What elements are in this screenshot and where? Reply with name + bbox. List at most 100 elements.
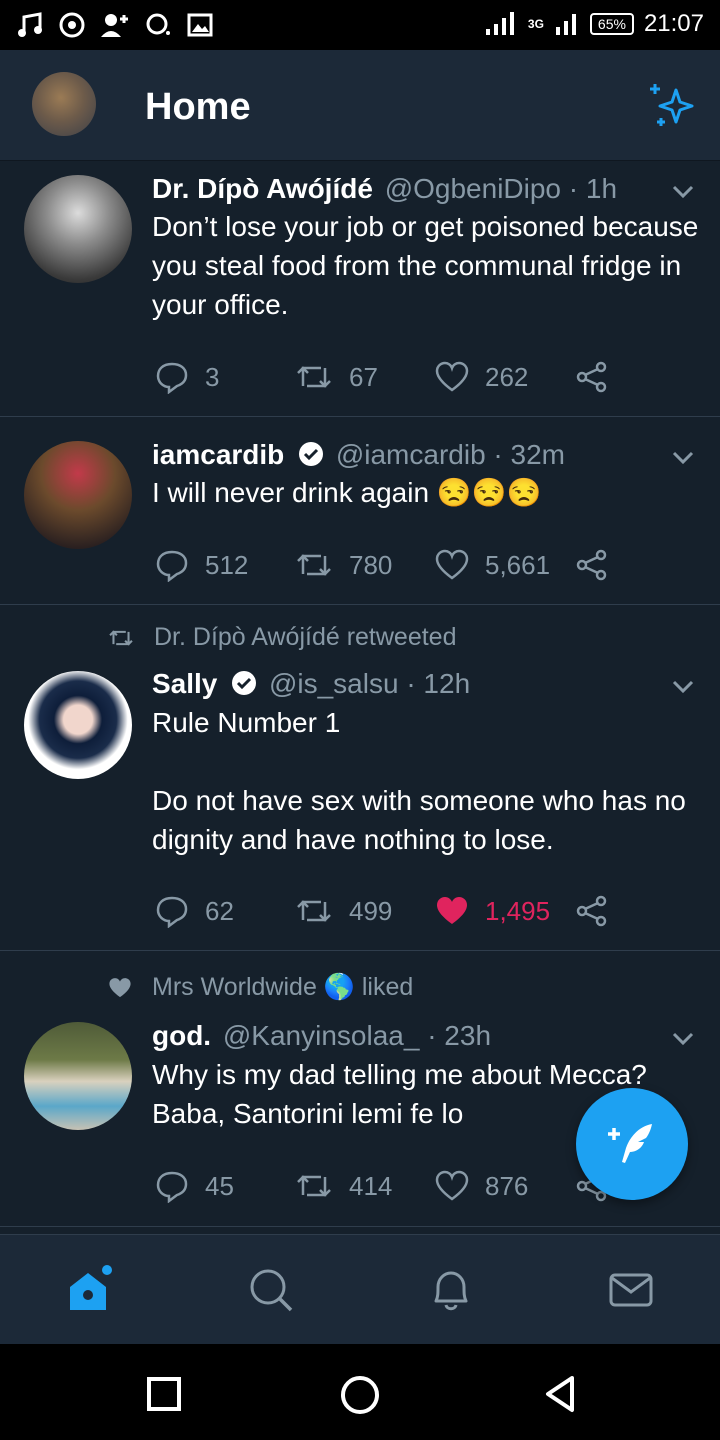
tweet-2[interactable]: iamcardib @iamcardib · 32m I will never … (0, 417, 720, 605)
bottom-navigation (0, 1234, 720, 1345)
signal-icon-2 (555, 14, 576, 35)
reply-icon (156, 896, 188, 928)
reply-icon (156, 362, 188, 394)
author-name[interactable]: god. (152, 1020, 211, 1051)
image-icon (187, 13, 213, 37)
author-handle: @Kanyinsolaa_ · 23h (222, 1020, 492, 1051)
tweet-1[interactable]: Dr. Dípò Awójídé @OgbeniDipo · 1h Don’t … (0, 160, 720, 417)
profile-avatar[interactable] (32, 72, 96, 136)
tweet-header: iamcardib @iamcardib · 32m (152, 439, 565, 471)
battery-indicator: 65% (589, 13, 634, 35)
search-icon[interactable] (246, 1265, 296, 1315)
reply-button[interactable]: 62 (155, 894, 295, 928)
reply-icon (156, 1171, 188, 1203)
home-circle-icon[interactable] (339, 1374, 381, 1416)
reply-count: 512 (205, 549, 249, 580)
compose-tweet-button[interactable] (576, 1088, 688, 1200)
reply-button[interactable]: 512 (155, 548, 295, 582)
tweet-header: Dr. Dípò Awójídé @OgbeniDipo · 1h (152, 173, 617, 205)
retweet-button[interactable]: 499 (295, 894, 435, 928)
author-handle: @OgbeniDipo · 1h (384, 173, 618, 204)
verified-badge-icon (299, 442, 324, 466)
author-handle: @iamcardib · 32m (335, 439, 565, 470)
heart-icon (435, 549, 469, 580)
compose-feather-icon (608, 1124, 652, 1163)
signal-icon (485, 12, 514, 35)
context-text[interactable]: Dr. Dípò Awójídé retweeted (154, 623, 457, 652)
music-note-icon (18, 12, 42, 37)
author-name[interactable]: iamcardib (152, 439, 284, 470)
tweet-text: I will never drink again 😒😒😒 (152, 477, 542, 508)
heart-icon (435, 361, 469, 392)
retweet-icon (109, 629, 133, 646)
like-count: 262 (485, 361, 529, 392)
chevron-down-icon[interactable] (670, 178, 696, 204)
like-button[interactable]: 876 (435, 1169, 575, 1203)
reply-icon (156, 550, 188, 582)
reply-button[interactable]: 45 (155, 1169, 295, 1203)
tweet-actions: 62 499 1,495 (155, 894, 609, 928)
sparkle-icon[interactable] (646, 80, 698, 132)
context-text[interactable]: Mrs Worldwide 🌎 liked (152, 973, 413, 1002)
back-triangle-icon[interactable] (540, 1374, 580, 1414)
home-icon[interactable] (65, 1265, 115, 1315)
tweet-actions: 3 67 262 (155, 360, 609, 394)
tweet-actions: 512 780 5,661 (155, 548, 609, 582)
tweet-header: god. @Kanyinsolaa_ · 23h (152, 1020, 491, 1052)
like-button[interactable]: 5,661 (435, 548, 575, 582)
tweet-actions: 45 414 876 (155, 1169, 609, 1203)
share-icon[interactable] (575, 360, 609, 394)
retweet-button[interactable]: 414 (295, 1169, 435, 1203)
retweet-context: Dr. Dípò Awójídé retweeted (108, 623, 457, 652)
avatar[interactable] (24, 175, 132, 283)
heart-icon (435, 1170, 469, 1201)
notifications-bell-icon[interactable] (426, 1265, 476, 1315)
retweet-count: 499 (349, 895, 393, 926)
like-button[interactable]: 262 (435, 360, 575, 394)
tweet-3[interactable]: Dr. Dípò Awójídé retweeted Sally @is_sal… (0, 605, 720, 951)
share-icon[interactable] (575, 894, 609, 928)
share-icon[interactable] (575, 548, 609, 582)
status-bar: 3G 65% 21:07 (0, 0, 720, 50)
messages-envelope-icon[interactable] (606, 1265, 656, 1315)
system-navigation-bar (0, 1344, 720, 1440)
reply-count: 3 (205, 361, 220, 392)
retweet-icon (297, 554, 331, 576)
author-name[interactable]: Dr. Dípò Awójídé (152, 173, 373, 204)
heart-filled-icon (437, 897, 467, 924)
retweet-icon (297, 900, 331, 922)
avatar[interactable] (24, 1022, 132, 1130)
top-app-bar: Home (0, 50, 720, 161)
retweet-icon (297, 366, 331, 388)
like-count: 876 (485, 1170, 529, 1201)
author-name[interactable]: Sally (152, 668, 217, 699)
like-count: 1,495 (485, 895, 551, 926)
retweet-button[interactable]: 780 (295, 548, 435, 582)
retweet-count: 414 (349, 1170, 393, 1201)
avatar[interactable] (24, 441, 132, 549)
retweet-count: 780 (349, 549, 393, 580)
clock: 21:07 (643, 10, 704, 37)
chevron-down-icon[interactable] (670, 444, 696, 470)
like-button[interactable]: 1,495 (435, 894, 575, 928)
chat-icon (146, 13, 170, 35)
reply-count: 45 (205, 1170, 234, 1201)
retweet-icon (297, 1175, 331, 1197)
chrome-icon (59, 12, 85, 38)
reply-button[interactable]: 3 (155, 360, 295, 394)
chevron-down-icon[interactable] (670, 1025, 696, 1051)
retweet-count: 67 (349, 361, 378, 392)
retweet-button[interactable]: 67 (295, 360, 435, 394)
chevron-down-icon[interactable] (670, 673, 696, 699)
like-context: Mrs Worldwide 🌎 liked (108, 973, 413, 1002)
like-count: 5,661 (485, 549, 551, 580)
author-handle: @is_salsu · 12h (268, 668, 471, 699)
heart-filled-icon (109, 977, 131, 997)
add-user-icon (101, 14, 128, 37)
verified-badge-icon (232, 671, 257, 695)
recent-apps-square-icon[interactable] (144, 1374, 184, 1414)
avatar[interactable] (24, 671, 132, 779)
tweet-text: Don’t lose your job or get poisoned beca… (152, 211, 707, 320)
tweet-text: Rule Number 1 Do not have sex with someo… (152, 707, 686, 855)
page-title: Home (145, 86, 251, 128)
